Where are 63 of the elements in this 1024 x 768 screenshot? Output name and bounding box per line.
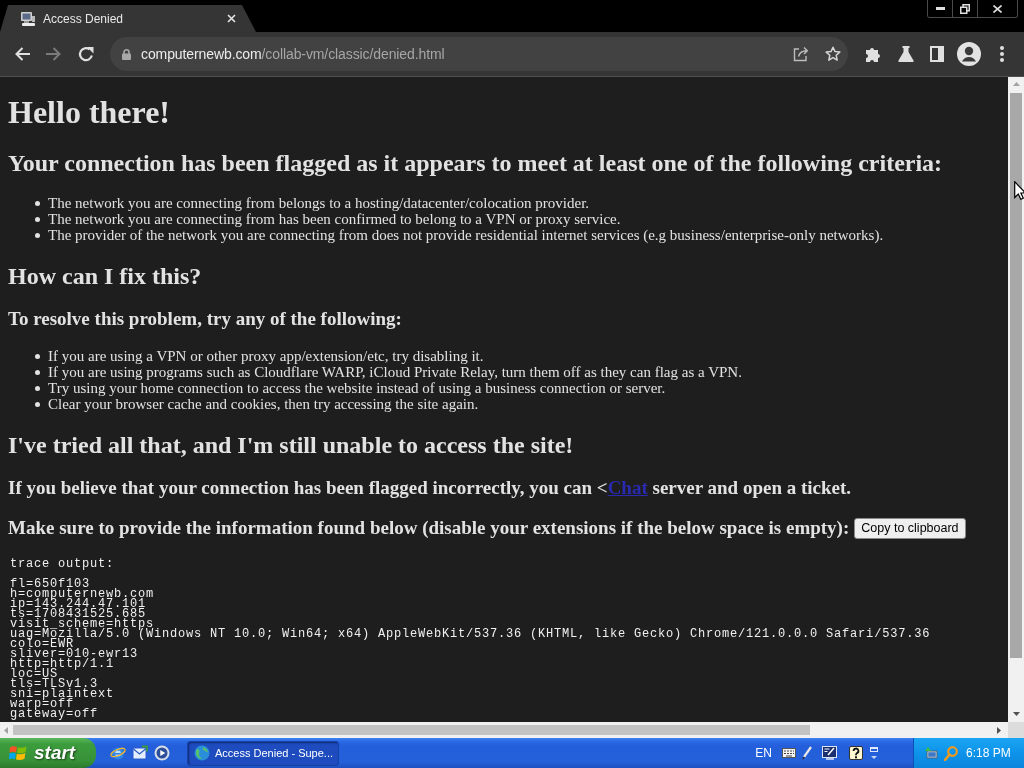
mail-icon[interactable] xyxy=(132,745,148,761)
trace-heading: trace output: xyxy=(10,557,115,571)
close-button[interactable] xyxy=(977,0,1017,17)
tablet-icon[interactable] xyxy=(822,746,837,760)
keyboard-icon[interactable] xyxy=(782,748,796,758)
bullet-icon xyxy=(35,232,40,238)
bullet-icon xyxy=(35,200,40,206)
scrollbar-corner xyxy=(1008,722,1024,738)
ticket-instruction: If you believe that your connection has been flagged incorrectly, you can <Chat server and open a ticket. xyxy=(8,477,852,499)
reload-icon[interactable] xyxy=(78,46,94,62)
bullet-icon xyxy=(35,385,40,391)
flask-icon[interactable] xyxy=(898,46,914,62)
arrow-left-icon[interactable] xyxy=(14,47,30,61)
menu-icon[interactable] xyxy=(1000,46,1004,62)
play-icon[interactable] xyxy=(154,745,170,761)
section-heading: Your connection has been flagged as it appears to meet at least one of the following criteria: xyxy=(8,149,943,177)
minimize-icon xyxy=(935,7,945,10)
scrollbar-thumb[interactable] xyxy=(1010,93,1022,658)
lock-icon xyxy=(122,48,131,60)
info-instruction: Make sure to provide the information found below (disable your extensions if the below space is empty): xyxy=(8,517,850,539)
orbit-icon[interactable] xyxy=(110,745,126,761)
bullet-icon xyxy=(35,369,40,375)
list-item: The provider of the network you are connecting from does not provide residential internet services (e.g business/enterprise-only networks). xyxy=(48,227,884,243)
copy-button[interactable]: Copy to clipboard xyxy=(854,517,966,539)
taskbar-button[interactable]: Access Denied - Supe... xyxy=(187,740,339,766)
bullet-icon xyxy=(35,353,40,359)
close-icon xyxy=(993,4,1002,13)
help-icon[interactable] xyxy=(849,746,863,760)
scrollbar-thumb[interactable] xyxy=(13,725,810,735)
pen-icon[interactable] xyxy=(802,746,812,760)
share-icon[interactable] xyxy=(793,46,809,62)
close-icon[interactable] xyxy=(227,14,236,23)
flag-icon xyxy=(9,744,27,762)
language-indicator[interactable]: EN xyxy=(755,746,772,760)
list-item: Clear your browser cache and cookies, then try accessing the site again. xyxy=(48,396,479,412)
bullet-icon xyxy=(35,401,40,407)
triangle-right-icon[interactable] xyxy=(997,726,1001,734)
list-item: The network you are connecting from has been confirmed to belong to a VPN or proxy service. xyxy=(48,211,621,227)
page-title: Hello there! xyxy=(8,94,170,130)
mouse-pointer-icon xyxy=(1014,181,1024,200)
url-text: computernewb.com/collab-vm/classic/denied.html xyxy=(141,46,445,62)
puzzle-piece-icon[interactable] xyxy=(865,46,881,62)
triangle-down-icon[interactable] xyxy=(1012,712,1020,716)
panel-icon[interactable] xyxy=(930,46,944,62)
start-button[interactable]: start xyxy=(0,738,96,768)
list-item: The network you are connecting from belongs to a hosting/datacenter/colocation provider. xyxy=(48,195,590,211)
avatar-icon[interactable] xyxy=(957,42,981,66)
star-icon[interactable] xyxy=(825,46,841,62)
list-item: Try using your home connection to access the website instead of using a business connection or server. xyxy=(48,380,666,396)
list-item: If you are using a VPN or other proxy app/extension/etc, try disabling it. xyxy=(48,348,484,364)
globe-icon xyxy=(194,745,210,761)
section-heading: I've tried all that, and I'm still unable to access the site! xyxy=(8,431,574,459)
computer-icon xyxy=(20,10,36,27)
subheading: To resolve this problem, try any of the following: xyxy=(8,308,402,330)
browser-tab[interactable]: Access Denied xyxy=(0,5,256,32)
clock: 6:18 PM xyxy=(966,746,1011,760)
window-icon[interactable] xyxy=(870,746,878,760)
list-item: If you are using programs such as Cloudflare WARP, iCloud Private Relay, turn them off as they can flag as a VPN. xyxy=(48,364,742,380)
address-bar[interactable]: computernewb.com/collab-vm/classic/denied.html xyxy=(110,37,848,71)
bullet-icon xyxy=(35,216,40,222)
restore-icon xyxy=(960,3,970,14)
section-heading: How can I fix this? xyxy=(8,262,202,290)
trace-output: fl=650f103 h=computernewb.com ip=143.244.47.101 ts=1708431525.685 visit_scheme=https uag=Mozilla/5.0 (Windows NT 10.0; Win64; x64) AppleWebKit/537.36 (KHTML, like Gecko) Chrome/121.0.0.0 Safari/537.36 colo=EWR sliver=010-ewr13 http=http/1.1 loc=US tls=TLSv1.3 sni=plaintext warp=off gateway=off xyxy=(10,579,931,719)
